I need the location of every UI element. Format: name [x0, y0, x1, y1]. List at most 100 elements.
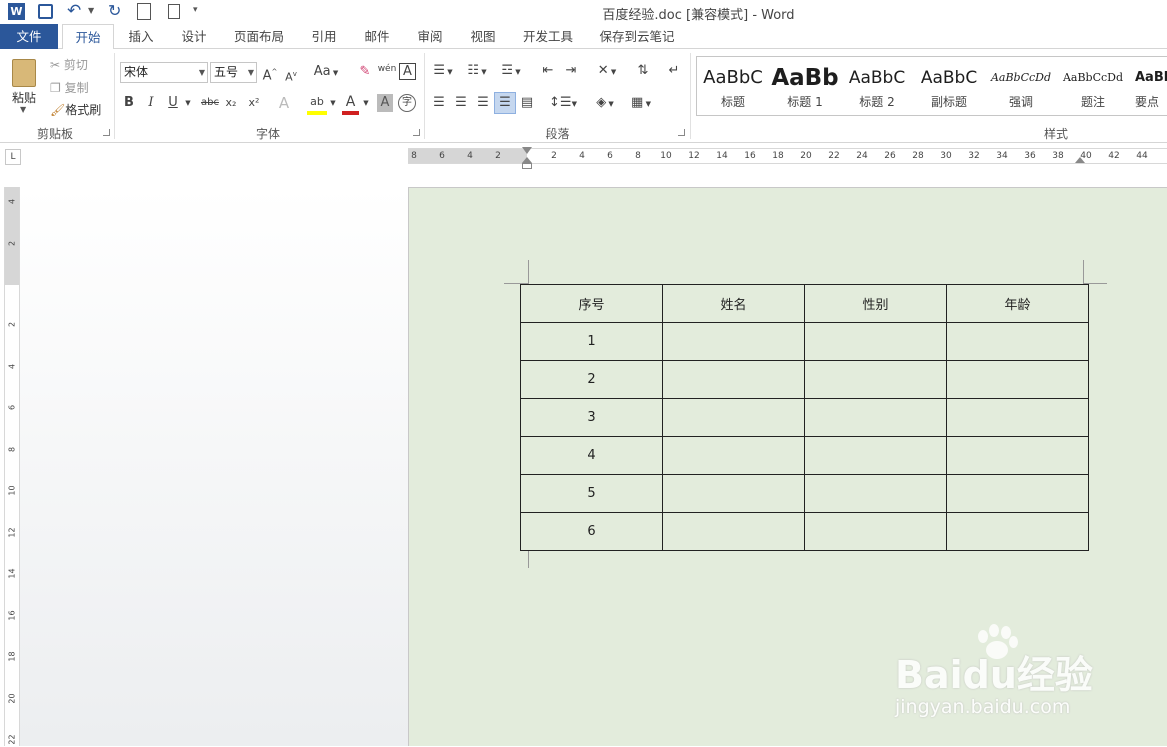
tab-mailings[interactable]: 邮件 — [354, 24, 400, 49]
tab-page-layout[interactable]: 页面布局 — [224, 24, 294, 49]
strikethrough-button[interactable]: abc — [199, 94, 221, 112]
table-cell[interactable] — [946, 398, 1089, 437]
tab-home[interactable]: 开始 — [62, 24, 114, 50]
tab-references[interactable]: 引用 — [301, 24, 347, 49]
table-cell[interactable] — [662, 436, 805, 475]
table-cell[interactable]: 3 — [520, 398, 663, 437]
table-cell[interactable] — [946, 436, 1089, 475]
grow-font-icon[interactable]: A^ — [262, 63, 278, 85]
table-header-cell[interactable]: 序号 — [520, 284, 663, 323]
underline-dropdown-icon[interactable]: ▼ — [183, 94, 193, 112]
highlight-button[interactable]: ab — [307, 93, 327, 115]
table-header-cell[interactable]: 年龄 — [946, 284, 1089, 323]
table-cell[interactable] — [946, 512, 1089, 551]
table-cell[interactable] — [804, 360, 947, 399]
paste-button[interactable]: 粘贴 ▼ — [6, 55, 42, 121]
font-name-combo[interactable]: 宋体 ▼ — [120, 62, 208, 83]
table-cell[interactable]: 6 — [520, 512, 663, 551]
style-heading-2[interactable]: AaBbC 标题 2 — [841, 57, 913, 115]
ruler-number: 6 — [607, 151, 613, 161]
chinese-layout-icon[interactable]: ✕ ▼ — [592, 62, 622, 81]
style-subtitle[interactable]: AaBbC 副标题 — [913, 57, 985, 115]
table-cell[interactable] — [946, 322, 1089, 361]
italic-button[interactable]: I — [144, 94, 158, 112]
sort-icon[interactable]: ⇅ — [634, 62, 652, 80]
paragraph-launcher-icon[interactable] — [678, 129, 685, 136]
style-title[interactable]: AaBbC 标题 — [697, 57, 769, 115]
left-indent-marker[interactable] — [522, 163, 532, 169]
table-cell[interactable] — [662, 398, 805, 437]
tab-review[interactable]: 审阅 — [407, 24, 453, 49]
tab-save-to-cloud-note[interactable]: 保存到云笔记 — [590, 24, 684, 49]
distributed-icon[interactable]: ▤ — [518, 94, 536, 112]
line-spacing-icon[interactable]: ↕☰▼ — [548, 94, 578, 113]
align-center-icon[interactable]: ☰ — [452, 94, 470, 112]
table-cell[interactable] — [804, 474, 947, 513]
style-heading-1[interactable]: AaBb 标题 1 — [769, 57, 841, 115]
tab-file[interactable]: 文件 — [0, 24, 58, 49]
underline-button[interactable]: U — [166, 94, 180, 112]
table-cell[interactable] — [662, 360, 805, 399]
table-cell[interactable]: 4 — [520, 436, 663, 475]
bold-button[interactable]: B — [122, 94, 136, 112]
font-color-dropdown-icon[interactable]: ▼ — [361, 94, 371, 112]
table-cell[interactable] — [946, 360, 1089, 399]
table-header-cell[interactable]: 性别 — [804, 284, 947, 323]
style-caption[interactable]: AaBbCcDd 题注 — [1057, 57, 1129, 115]
borders-icon[interactable]: ▦ ▼ — [626, 94, 656, 113]
font-color-button[interactable]: A — [342, 93, 359, 115]
font-size-combo[interactable]: 五号 ▼ — [210, 62, 257, 83]
table-cell[interactable] — [662, 322, 805, 361]
increase-indent-icon[interactable]: ⇥ — [562, 62, 580, 80]
text-effects-button[interactable]: A — [276, 94, 292, 112]
style-key-points[interactable]: AaBb要点 — [1129, 57, 1167, 115]
style-emphasis[interactable]: AaBbCcDd 强调 — [985, 57, 1057, 115]
numbering-icon[interactable]: ☷ ▼ — [464, 62, 490, 81]
subscript-button[interactable]: x₂ — [223, 94, 239, 112]
table-cell[interactable] — [662, 512, 805, 551]
clear-formatting-icon[interactable]: ✎ — [356, 63, 374, 81]
table-cell[interactable] — [946, 474, 1089, 513]
justify-icon[interactable]: ☰ — [494, 92, 516, 114]
tab-insert[interactable]: 插入 — [118, 24, 164, 49]
document-table[interactable]: 序号 姓名 性别 年龄 1 2 3 4 5 6 — [520, 284, 1089, 551]
highlight-dropdown-icon[interactable]: ▼ — [328, 94, 338, 112]
superscript-button[interactable]: x² — [246, 94, 262, 112]
first-line-indent-marker[interactable] — [522, 147, 532, 154]
phonetic-guide-icon[interactable]: wén — [377, 60, 397, 78]
character-border-icon[interactable]: A — [399, 63, 416, 80]
multilevel-list-icon[interactable]: ☲ ▼ — [498, 62, 524, 81]
table-cell[interactable]: 5 — [520, 474, 663, 513]
table-header-cell[interactable]: 姓名 — [662, 284, 805, 323]
enclose-characters-button[interactable]: 字 — [398, 94, 416, 112]
horizontal-ruler[interactable]: 8 6 4 2 2 4 6 8 10 12 14 16 18 20 22 24 26 28 30 32 34 36 38 40… — [408, 147, 1167, 169]
show-marks-icon[interactable]: ↵ — [665, 62, 683, 80]
table-cell[interactable]: 2 — [520, 360, 663, 399]
copy-button[interactable]: ❐ 复制 — [50, 79, 89, 97]
tab-selector-icon[interactable]: L — [5, 149, 21, 165]
shrink-font-icon[interactable]: Av — [284, 65, 298, 87]
tab-developer[interactable]: 开发工具 — [513, 24, 583, 49]
cut-button[interactable]: ✂ 剪切 — [50, 56, 88, 74]
tab-view[interactable]: 视图 — [460, 24, 506, 49]
table-cell[interactable] — [662, 474, 805, 513]
paragraph-shading-icon[interactable]: ◈ ▼ — [590, 94, 620, 113]
bullets-icon[interactable]: ☰ ▼ — [430, 62, 456, 81]
decrease-indent-icon[interactable]: ⇤ — [539, 62, 557, 80]
vertical-ruler[interactable]: 4 2 2 4 6 8 10 12 14 16 18 20 22 — [4, 187, 20, 746]
change-case-icon[interactable]: Aa ▼ — [312, 63, 340, 82]
right-indent-marker[interactable] — [1075, 157, 1085, 163]
table-cell[interactable] — [804, 398, 947, 437]
table-cell[interactable]: 1 — [520, 322, 663, 361]
character-shading-button[interactable]: A — [377, 94, 393, 112]
watermark-url: jingyan.baidu.com — [895, 696, 1071, 718]
font-launcher-icon[interactable] — [413, 129, 420, 136]
table-cell[interactable] — [804, 512, 947, 551]
table-cell[interactable] — [804, 436, 947, 475]
align-left-icon[interactable]: ☰ — [430, 94, 448, 112]
tab-design[interactable]: 设计 — [171, 24, 217, 49]
format-painter-button[interactable]: 🖌格式刷 — [50, 101, 101, 119]
table-cell[interactable] — [804, 322, 947, 361]
clipboard-launcher-icon[interactable] — [103, 129, 110, 136]
align-right-icon[interactable]: ☰ — [474, 94, 492, 112]
